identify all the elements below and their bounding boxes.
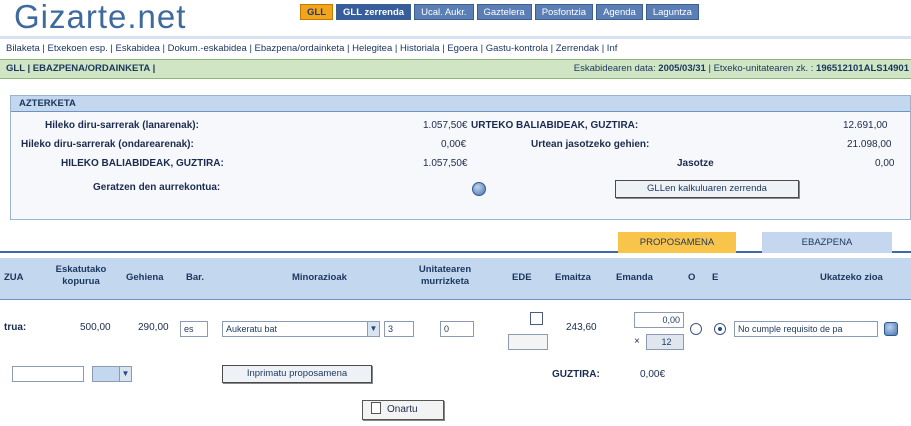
accept-button[interactable]: Onartu bbox=[362, 400, 444, 420]
cell-gehiena: 290,00 bbox=[138, 322, 169, 333]
cell-eskatutako: 500,00 bbox=[80, 322, 111, 333]
col-murrizketa: Unitatearen murrizketa bbox=[418, 264, 472, 287]
minorazioak-value: Aukeratu bat bbox=[226, 324, 278, 334]
tab-laguntza[interactable]: Laguntza bbox=[645, 4, 699, 20]
col-emaitza: Emaitza bbox=[555, 272, 591, 283]
tab-agenda[interactable]: Agenda bbox=[596, 4, 643, 20]
app-header: Gizarte.net GLL GLL zerrenda Ucal. Aukr.… bbox=[0, 0, 911, 40]
calculation-list-button[interactable]: GLLen kalkuluaren zerrenda bbox=[615, 180, 799, 198]
tab-proposamena[interactable]: PROPOSAMENA bbox=[618, 232, 736, 253]
income-property-value: 0,00€ bbox=[441, 139, 467, 150]
col-ukatzeko: Ukatzeko zioa bbox=[820, 272, 883, 283]
chevron-down-icon[interactable]: ▼ bbox=[119, 367, 131, 381]
minorazio-quantity-input[interactable]: 3 bbox=[384, 321, 414, 337]
tab-ebazpena[interactable]: EBAZPENA bbox=[762, 232, 892, 253]
panel-title: AZTERKETA bbox=[11, 96, 910, 112]
analysis-panel: AZTERKETA Hileko diru-sarrerak (lanarena… bbox=[10, 95, 911, 220]
header-divider bbox=[0, 36, 911, 39]
monthly-resources-label: HILEKO BALIABIDEAK, GUZTIRA: bbox=[61, 158, 224, 169]
tab-posfontzia[interactable]: Posfontzia bbox=[534, 4, 594, 20]
income-work-label: Hileko diru-sarrerak (lanarenak): bbox=[45, 120, 199, 131]
annual-resources-value: 12.691,00 bbox=[843, 120, 888, 131]
ede-checkbox[interactable] bbox=[530, 312, 543, 325]
main-tabs: GLL GLL zerrenda Ucal. Aukr. Gaztelera P… bbox=[300, 4, 699, 20]
col-bar: Bar. bbox=[186, 272, 204, 283]
monthly-resources-value: 1.057,50€ bbox=[423, 158, 468, 169]
status-unit-code: 196512101ALS14901 bbox=[816, 63, 909, 74]
col-minorazioak: Minorazioak bbox=[292, 272, 347, 283]
tab-ucal-aukr[interactable]: Ucal. Aukr. bbox=[414, 4, 474, 20]
murrizketa-input[interactable]: 0 bbox=[440, 321, 474, 337]
annual-resources-label: URTEKO BALIABIDEAK, GUZTIRA: bbox=[471, 120, 639, 131]
col-eskatutako: Eskatutako kopurua bbox=[55, 264, 107, 287]
emanda-multiplier[interactable]: 12 bbox=[646, 334, 684, 350]
accept-label: Onartu bbox=[387, 404, 418, 415]
table-row: trua: 500,00 290,00 es Aukeratu bat ▼ 3 … bbox=[0, 302, 911, 360]
multiply-icon: × bbox=[634, 336, 640, 347]
reason-lookup-icon[interactable] bbox=[884, 322, 898, 336]
status-info: Eskabidearen data: 2005/03/31 | Etxeko-u… bbox=[574, 60, 909, 78]
breadcrumb: GLL | EBAZPENA/ORDAINKETA | bbox=[6, 63, 156, 74]
ukatzeko-zioa-field[interactable]: No cumple requisito de pa bbox=[734, 321, 878, 337]
max-yearly-value: 21.098,00 bbox=[847, 139, 892, 150]
budget-info-icon[interactable] bbox=[472, 182, 486, 196]
print-proposal-button[interactable]: Inprimatu proposamena bbox=[222, 365, 372, 383]
tab-gll-zerrenda[interactable]: GLL zerrenda bbox=[336, 4, 412, 20]
status-bar: GLL | EBAZPENA/ORDAINKETA | Eskabidearen… bbox=[0, 59, 911, 79]
nav-links-bar[interactable]: Bilaketa | Etxekoen esp. | Eskabidea | D… bbox=[0, 41, 911, 57]
ede-input[interactable] bbox=[508, 334, 548, 350]
col-emanda: Emanda bbox=[616, 272, 653, 283]
tab-gaztelera[interactable]: Gaztelera bbox=[476, 4, 532, 20]
income-property-label: Hileko diru-sarrerak (ondarearenak): bbox=[21, 139, 194, 150]
app-logo: Gizarte.net bbox=[14, 0, 187, 35]
status-date-label: Eskabidearen data: bbox=[573, 63, 656, 74]
cell-emaitza: 243,60 bbox=[566, 322, 597, 333]
jasotze-value: 0,00 bbox=[875, 158, 895, 169]
col-gehiena: Gehiena bbox=[126, 272, 164, 283]
status-date: 2005/03/31 bbox=[658, 63, 706, 74]
emanda-input[interactable]: 0,00 bbox=[634, 312, 684, 328]
document-icon bbox=[371, 402, 381, 414]
proposal-tabs: PROPOSAMENA EBAZPENA bbox=[0, 229, 911, 253]
col-ede: EDE bbox=[512, 272, 532, 283]
max-yearly-label: Urtean jasotzeko gehien: bbox=[531, 139, 650, 150]
income-work-value: 1.057,50€ bbox=[423, 120, 468, 131]
col-o: O bbox=[688, 272, 696, 283]
row-label: trua: bbox=[4, 322, 27, 333]
minorazioak-select[interactable]: Aukeratu bat ▼ bbox=[222, 321, 380, 337]
remaining-budget-label: Geratzen den aurrekontua: bbox=[93, 182, 221, 193]
col-e: E bbox=[712, 272, 719, 283]
total-label: GUZTIRA: bbox=[552, 369, 600, 380]
e-radio[interactable] bbox=[714, 323, 726, 335]
filter-input[interactable] bbox=[12, 366, 84, 382]
filter-select[interactable]: ▼ bbox=[92, 366, 132, 382]
chevron-down-icon[interactable]: ▼ bbox=[367, 322, 379, 336]
status-unit-label: | Etxeko-unitatearen zk. : bbox=[708, 63, 814, 74]
col-zua: ZUA bbox=[4, 272, 24, 283]
o-radio[interactable] bbox=[690, 323, 702, 335]
jasotze-label: Jasotze bbox=[677, 158, 714, 169]
bar-field[interactable]: es bbox=[180, 321, 208, 337]
proposal-table-header: ZUA Eskatutako kopurua Gehiena Bar. Mino… bbox=[0, 258, 911, 300]
total-value: 0,00€ bbox=[640, 369, 666, 380]
tab-gll[interactable]: GLL bbox=[300, 4, 333, 20]
